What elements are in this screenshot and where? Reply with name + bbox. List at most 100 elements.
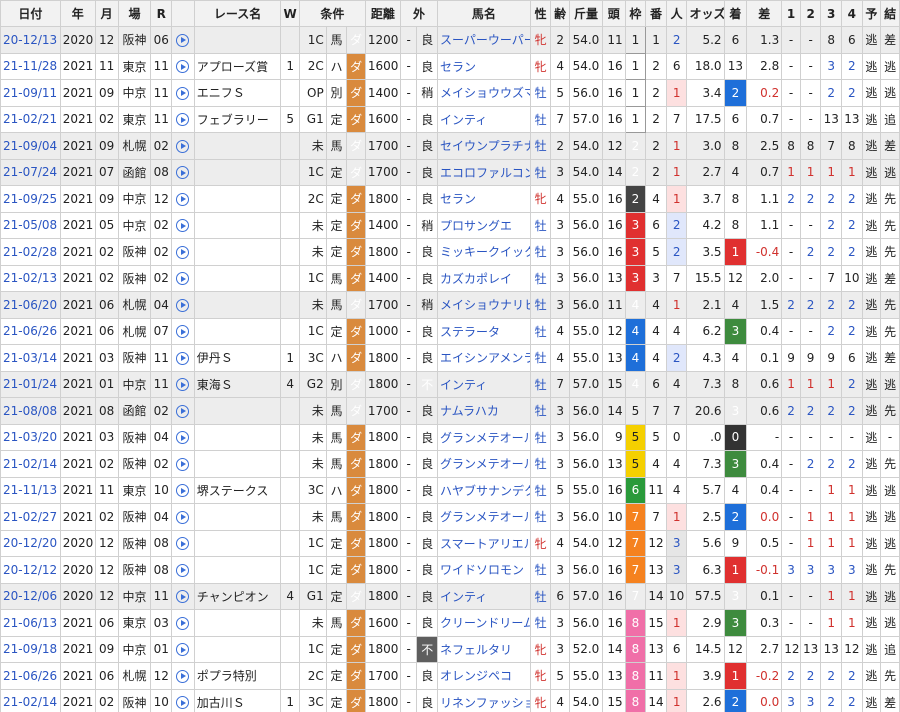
column-header[interactable]: 性 — [529, 0, 552, 27]
race-date-link[interactable]: 21-02/14 — [0, 688, 61, 712]
column-header[interactable]: 齢 — [550, 0, 570, 27]
horse-name-link[interactable]: リネンファッション — [437, 688, 531, 712]
column-header[interactable]: 人 — [665, 0, 688, 27]
race-date-link[interactable]: 21-07/24 — [0, 158, 61, 186]
race-date-link[interactable]: 21-03/14 — [0, 344, 61, 372]
play-video-button[interactable] — [171, 662, 195, 690]
column-header[interactable]: R — [150, 0, 173, 27]
race-date-link[interactable]: 20-12/06 — [0, 582, 61, 610]
column-header[interactable]: 月 — [94, 0, 119, 27]
race-date-link[interactable]: 21-09/11 — [0, 79, 61, 107]
horse-name-link[interactable]: ネフェルタリ — [437, 635, 531, 663]
play-video-button[interactable] — [171, 79, 195, 107]
race-date-link[interactable]: 21-09/25 — [0, 185, 61, 213]
column-header[interactable] — [171, 0, 195, 27]
column-header[interactable]: 日付 — [0, 0, 61, 27]
race-date-link[interactable]: 21-11/13 — [0, 476, 61, 504]
play-video-button[interactable] — [171, 450, 195, 478]
race-date-link[interactable]: 21-01/24 — [0, 370, 61, 398]
column-header[interactable]: 番 — [645, 0, 667, 27]
horse-name-link[interactable]: グランメテオール — [437, 503, 531, 531]
play-video-button[interactable] — [171, 529, 195, 557]
play-video-button[interactable] — [171, 503, 195, 531]
horse-name-link[interactable]: セイウンプラチナ — [437, 132, 531, 160]
play-video-button[interactable] — [171, 26, 195, 54]
horse-name-link[interactable]: ステラータ — [437, 317, 531, 345]
horse-name-link[interactable]: クリーンドリーム — [437, 609, 531, 637]
column-header[interactable]: 条件 — [298, 0, 366, 27]
column-header[interactable]: 1 — [781, 0, 801, 27]
race-date-link[interactable]: 20-12/12 — [0, 556, 61, 584]
play-video-button[interactable] — [171, 556, 195, 584]
horse-name-link[interactable]: スマートアリエル — [437, 529, 531, 557]
race-date-link[interactable]: 21-02/14 — [0, 450, 61, 478]
play-video-button[interactable] — [171, 238, 195, 266]
play-video-button[interactable] — [171, 132, 195, 160]
race-date-link[interactable]: 21-06/26 — [0, 662, 61, 690]
column-header[interactable]: 頭 — [601, 0, 626, 27]
play-video-button[interactable] — [171, 211, 195, 239]
horse-name-link[interactable]: エイシンアメンラー — [437, 344, 531, 372]
column-header[interactable]: 距離 — [364, 0, 401, 27]
horse-name-link[interactable]: プロサングエ — [437, 211, 531, 239]
play-video-button[interactable] — [171, 317, 195, 345]
play-video-button[interactable] — [171, 52, 195, 80]
horse-name-link[interactable]: インティ — [437, 582, 531, 610]
race-date-link[interactable]: 21-09/18 — [0, 635, 61, 663]
horse-name-link[interactable]: カズカポレイ — [437, 264, 531, 292]
play-video-button[interactable] — [171, 185, 195, 213]
horse-name-link[interactable]: グランメテオール — [437, 450, 531, 478]
play-video-button[interactable] — [171, 158, 195, 186]
horse-name-link[interactable]: メイショウナリヒラ — [437, 291, 531, 319]
horse-name-link[interactable]: インティ — [437, 370, 531, 398]
race-date-link[interactable]: 21-08/08 — [0, 397, 61, 425]
race-date-link[interactable]: 20-12/13 — [0, 26, 61, 54]
horse-name-link[interactable]: ハヤブサナンデクン — [437, 476, 531, 504]
column-header[interactable]: 予 — [861, 0, 882, 27]
horse-name-link[interactable]: セラン — [437, 185, 531, 213]
column-header[interactable]: 年 — [59, 0, 96, 27]
horse-name-link[interactable]: メイショウウズマサ — [437, 79, 531, 107]
horse-name-link[interactable]: ナムラハカ — [437, 397, 531, 425]
race-date-link[interactable]: 21-02/28 — [0, 238, 61, 266]
column-header[interactable]: 3 — [820, 0, 843, 27]
column-header[interactable]: 外 — [399, 0, 439, 27]
play-video-button[interactable] — [171, 476, 195, 504]
play-video-button[interactable] — [171, 105, 195, 133]
horse-name-link[interactable]: スーパーウーパー — [437, 26, 531, 54]
race-date-link[interactable]: 21-02/27 — [0, 503, 61, 531]
column-header[interactable]: W — [280, 0, 300, 27]
race-date-link[interactable]: 21-06/13 — [0, 609, 61, 637]
play-video-button[interactable] — [171, 291, 195, 319]
horse-name-link[interactable]: セラン — [437, 52, 531, 80]
horse-name-link[interactable]: エコロファルコン — [437, 158, 531, 186]
column-header[interactable]: 着 — [723, 0, 748, 27]
race-date-link[interactable]: 21-06/26 — [0, 317, 61, 345]
play-video-button[interactable] — [171, 397, 195, 425]
play-video-button[interactable] — [171, 609, 195, 637]
race-date-link[interactable]: 21-05/08 — [0, 211, 61, 239]
horse-name-link[interactable]: インティ — [437, 105, 531, 133]
play-video-button[interactable] — [171, 370, 195, 398]
column-header[interactable]: 結 — [880, 0, 900, 27]
race-date-link[interactable]: 21-09/04 — [0, 132, 61, 160]
column-header[interactable]: レース名 — [193, 0, 282, 27]
column-header[interactable]: 枠 — [624, 0, 647, 27]
column-header[interactable]: 4 — [841, 0, 863, 27]
column-header[interactable]: 場 — [117, 0, 152, 27]
column-header[interactable]: 差 — [746, 0, 783, 27]
play-video-button[interactable] — [171, 688, 195, 712]
column-header[interactable]: 斤量 — [568, 0, 603, 27]
race-date-link[interactable]: 21-02/21 — [0, 105, 61, 133]
play-video-button[interactable] — [171, 635, 195, 663]
column-header[interactable]: 2 — [799, 0, 822, 27]
race-date-link[interactable]: 21-02/13 — [0, 264, 61, 292]
play-video-button[interactable] — [171, 423, 195, 451]
horse-name-link[interactable]: ミッキークイック — [437, 238, 531, 266]
play-video-button[interactable] — [171, 344, 195, 372]
horse-name-link[interactable]: ワイドソロモン — [437, 556, 531, 584]
play-video-button[interactable] — [171, 582, 195, 610]
horse-name-link[interactable]: オレンジペコ — [437, 662, 531, 690]
horse-name-link[interactable]: グランメテオール — [437, 423, 531, 451]
race-date-link[interactable]: 20-12/20 — [0, 529, 61, 557]
